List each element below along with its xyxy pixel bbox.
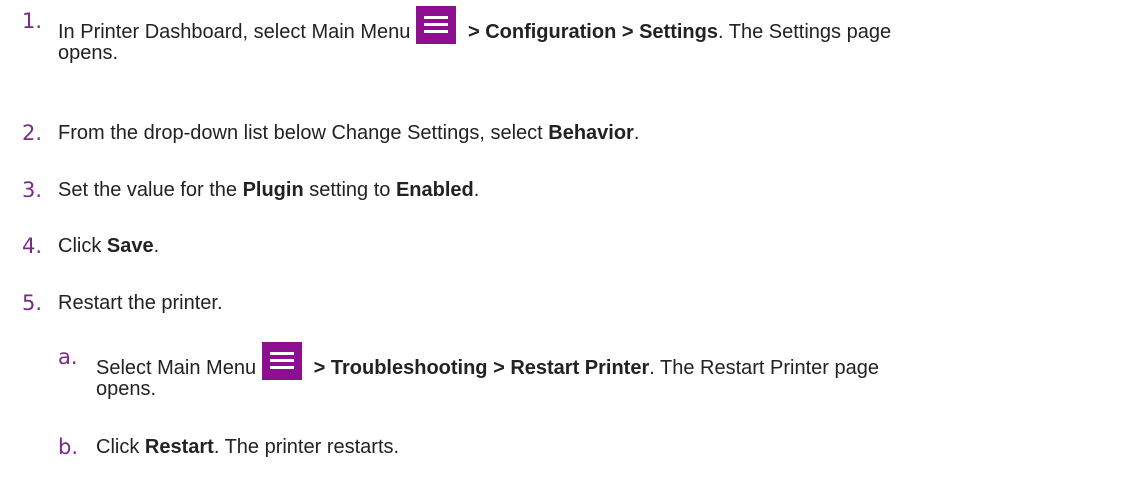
- substep-letter: a.: [58, 345, 78, 369]
- step-2: 2. From the drop-down list below Change …: [0, 118, 1138, 150]
- step-text-pre: From the drop-down list below Change Set…: [58, 122, 549, 144]
- step-text: Click Save.: [58, 231, 159, 261]
- substep-text: Click Restart. The printer restarts.: [96, 432, 399, 462]
- substep-b: b. Click Restart. The printer restarts.: [0, 432, 1138, 464]
- substep-letter: b.: [58, 435, 79, 459]
- setting-name: Behavior: [548, 122, 634, 144]
- step-text-post: .: [153, 235, 160, 257]
- step-number: 4.: [22, 234, 43, 258]
- step-text-mid: setting to: [303, 179, 396, 201]
- step-3: 3. Set the value for the Plugin setting …: [0, 175, 1138, 207]
- button-name: Restart: [144, 436, 214, 458]
- step-text-pre: Set the value for the: [58, 179, 243, 201]
- step-4: 4. Click Save.: [0, 231, 1138, 263]
- step-text-post: .: [473, 179, 480, 201]
- step-text-continued: opens.: [58, 42, 119, 64]
- step-text: In Printer Dashboard, select Main Menu >…: [58, 6, 891, 47]
- step-text-pre: Click: [96, 436, 145, 458]
- setting-value: Enabled: [395, 179, 474, 201]
- setting-name: Plugin: [242, 179, 304, 201]
- step-text-post: .: [633, 122, 640, 144]
- step-text-post: . The Restart Printer page: [649, 357, 879, 379]
- step-number: 3.: [22, 178, 43, 202]
- step-text-post: . The Settings page: [717, 21, 892, 43]
- substep-text: Select Main Menu > Troubleshooting > Res…: [96, 342, 879, 383]
- substep-a: a. Select Main Menu > Troubleshooting > …: [0, 334, 1138, 414]
- step-number: 2.: [22, 121, 43, 145]
- step-number: 1.: [22, 9, 43, 33]
- substep-text-continued: opens.: [96, 378, 157, 400]
- step-text: Set the value for the Plugin setting to …: [58, 175, 479, 205]
- hamburger-menu-icon: [416, 6, 457, 44]
- step-text: Restart the printer.: [58, 292, 223, 314]
- step-text-post: . The printer restarts.: [213, 436, 400, 458]
- instruction-page: { "steps": [ { "num": "1.", "line1_pre":…: [0, 0, 1138, 478]
- step-5: 5. Restart the printer.: [0, 288, 1138, 320]
- step-text-pre: Click: [58, 235, 107, 257]
- menu-path: > Troubleshooting > Restart Printer: [308, 357, 650, 379]
- menu-path: > Configuration > Settings: [462, 21, 718, 43]
- button-name: Save: [106, 235, 154, 257]
- step-number: 5.: [22, 291, 43, 315]
- step-text: From the drop-down list below Change Set…: [58, 118, 639, 148]
- step-1: 1. In Printer Dashboard, select Main Men…: [0, 0, 1138, 90]
- hamburger-menu-icon: [262, 342, 303, 380]
